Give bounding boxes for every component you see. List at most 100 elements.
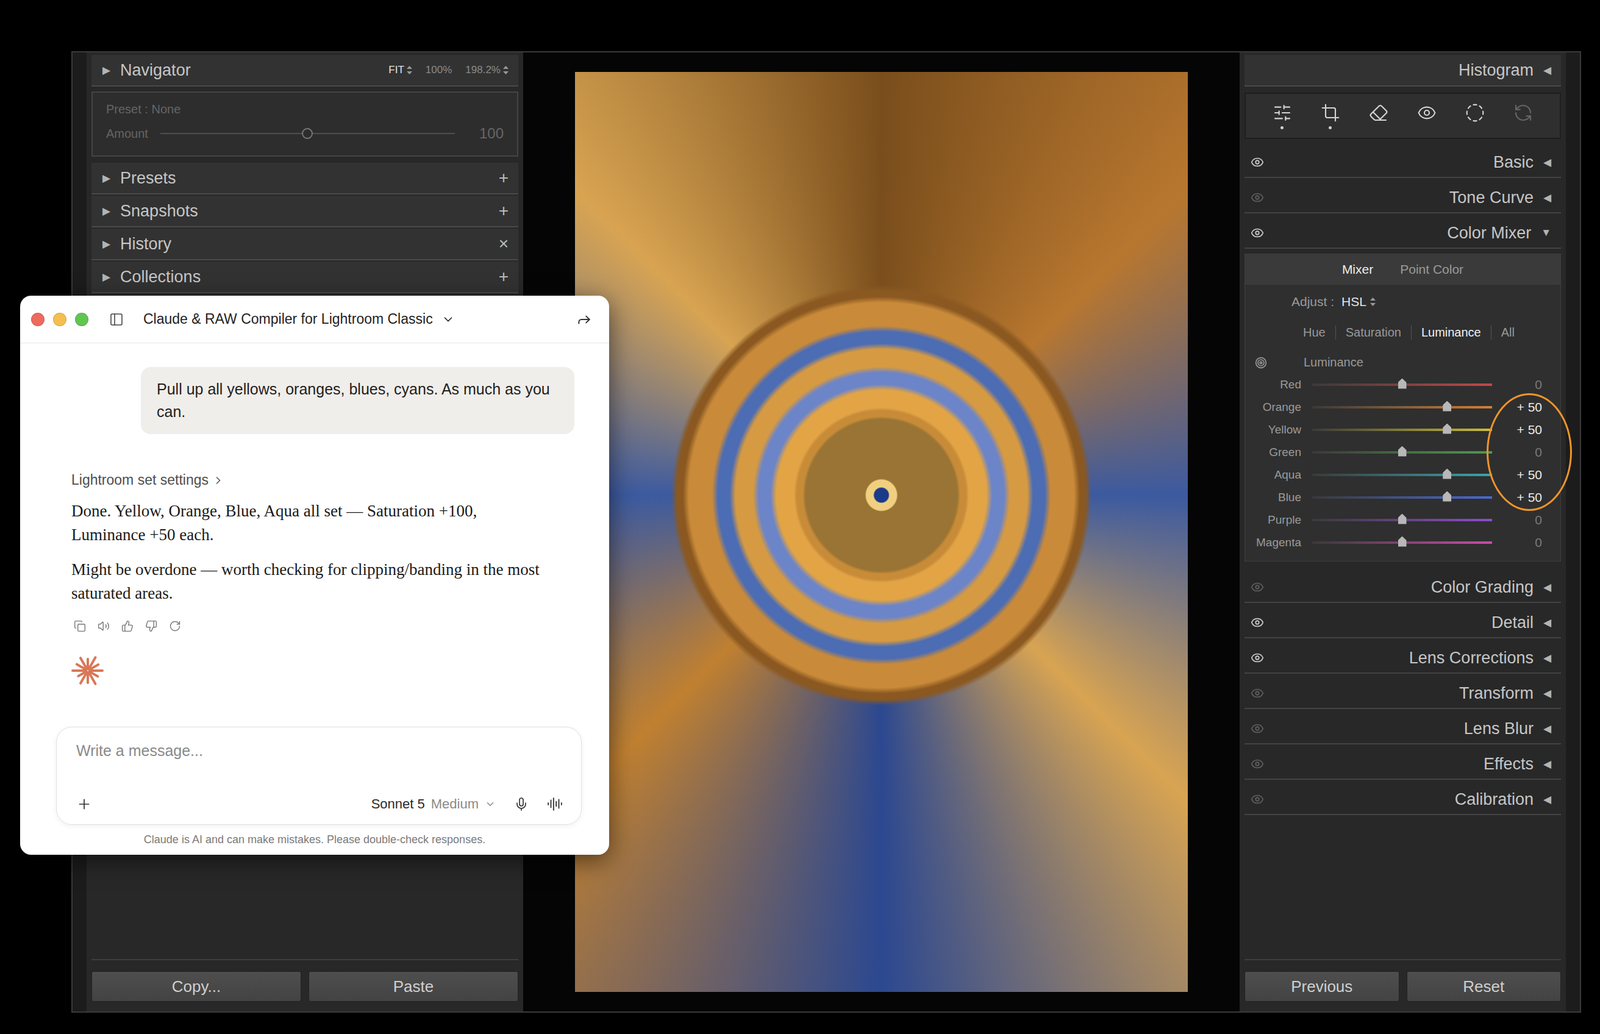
panel-button[interactable]: Previous <box>1244 971 1400 1002</box>
adjust-row: Adjust :HSL <box>1245 284 1561 319</box>
mode-tab[interactable]: Point Color <box>1400 262 1464 277</box>
navigator-header[interactable]: ▶NavigatorFIT100%198.2% <box>91 54 519 87</box>
panel-title: Histogram <box>1255 60 1534 80</box>
visibility-eye-icon[interactable] <box>1250 721 1265 736</box>
zoom-option[interactable]: 198.2% <box>465 64 509 77</box>
channel-tab[interactable]: Luminance <box>1410 325 1491 340</box>
retry-button[interactable] <box>168 620 182 633</box>
tool-button[interactable] <box>1368 103 1389 130</box>
panel-action-button[interactable]: + <box>498 267 509 287</box>
mode-tab[interactable]: Mixer <box>1342 262 1374 277</box>
panel-section-header[interactable]: Color Grading◀ <box>1244 572 1561 604</box>
visibility-eye-icon[interactable] <box>1250 686 1265 700</box>
panel-section-header[interactable]: Tone Curve◀ <box>1244 182 1561 214</box>
sidebar-toggle[interactable] <box>109 312 124 327</box>
zoom-button[interactable] <box>75 312 89 327</box>
slider-knob[interactable] <box>1398 446 1407 457</box>
channel-tab[interactable]: Hue <box>1293 325 1336 340</box>
slider-track[interactable] <box>1312 406 1493 409</box>
voice-mode-button[interactable] <box>546 796 563 813</box>
tool-button[interactable] <box>1417 103 1437 130</box>
panel-section-header[interactable]: Lens Blur◀ <box>1244 714 1561 745</box>
slider-knob[interactable] <box>1442 491 1452 502</box>
panel-section-header[interactable]: Calibration◀ <box>1244 784 1561 816</box>
panel-button[interactable]: Copy... <box>91 971 302 1002</box>
visibility-eye-icon[interactable] <box>1250 190 1265 205</box>
panel-header[interactable]: ▶Collections+ <box>91 261 519 294</box>
visibility-eye-icon[interactable] <box>1250 757 1265 771</box>
visibility-eye-icon[interactable] <box>1250 792 1265 807</box>
message-input[interactable]: Write a message... <box>76 742 563 760</box>
panel-button[interactable]: Paste <box>308 971 519 1002</box>
channel-tab[interactable]: All <box>1490 325 1525 340</box>
slider-track[interactable] <box>1312 518 1493 522</box>
tool-button[interactable] <box>1513 103 1533 130</box>
slider-value[interactable]: + 50 <box>1503 422 1543 438</box>
slider-track[interactable] <box>1312 496 1493 499</box>
collapsed-arrow: ▶ <box>102 270 111 284</box>
thumbs-up-button[interactable] <box>121 620 134 633</box>
slider-track[interactable] <box>1312 451 1493 454</box>
panel-section-header[interactable]: Effects◀ <box>1244 749 1561 780</box>
slider-value[interactable]: 0 <box>1503 535 1543 550</box>
visibility-eye-icon[interactable] <box>1250 155 1265 169</box>
visibility-eye-icon[interactable] <box>1250 615 1265 630</box>
user-message: Pull up all yellows, oranges, blues, cya… <box>140 367 575 435</box>
chat-title[interactable]: Claude & RAW Compiler for Lightroom Clas… <box>143 310 455 328</box>
slider-value[interactable]: + 50 <box>1503 467 1543 483</box>
slider-knob[interactable] <box>1442 423 1452 435</box>
channel-tab[interactable]: Saturation <box>1335 325 1411 340</box>
panel-header[interactable]: ▶History× <box>91 228 519 261</box>
read-aloud-button[interactable] <box>97 620 110 633</box>
slider-label: Magenta <box>1252 535 1302 550</box>
visibility-eye-icon[interactable] <box>1250 580 1265 594</box>
panel-header[interactable]: ▶Snapshots+ <box>91 195 519 228</box>
panel-section-header[interactable]: Detail◀ <box>1244 607 1561 639</box>
slider-knob[interactable] <box>1398 514 1407 525</box>
tool-button[interactable] <box>1272 103 1293 130</box>
target-adjust-icon[interactable] <box>1254 356 1268 369</box>
tool-call-label[interactable]: Lightroom set settings <box>71 471 575 489</box>
slider-value[interactable]: + 50 <box>1503 490 1543 505</box>
adjust-dropdown[interactable]: HSL <box>1341 294 1376 310</box>
panel-action-button[interactable]: × <box>498 234 509 254</box>
close-button[interactable] <box>31 312 45 327</box>
zoom-option[interactable]: 100% <box>425 64 452 77</box>
slider-value[interactable]: + 50 <box>1503 400 1543 415</box>
panel-button[interactable]: Reset <box>1406 971 1562 1002</box>
histogram-header[interactable]: Histogram◀ <box>1244 54 1561 87</box>
slider-value[interactable]: 0 <box>1503 445 1543 460</box>
panel-header[interactable]: ▶Presets+ <box>91 162 519 195</box>
slider-track[interactable] <box>1312 383 1493 386</box>
slider-knob[interactable] <box>1442 468 1452 480</box>
copy-button[interactable] <box>73 620 86 633</box>
slider-knob[interactable] <box>1398 536 1407 547</box>
slider-value[interactable]: 0 <box>1503 512 1543 528</box>
conversation: Pull up all yellows, oranges, blues, cya… <box>20 343 610 727</box>
share-button[interactable] <box>576 311 593 328</box>
tool-button[interactable] <box>1320 103 1341 130</box>
dictation-button[interactable] <box>514 796 529 812</box>
slider-track[interactable] <box>1312 428 1493 432</box>
slider-track[interactable] <box>1312 541 1493 544</box>
slider-knob[interactable] <box>1398 378 1407 390</box>
right-edge-strip[interactable] <box>1565 52 1580 1012</box>
panel-action-button[interactable]: + <box>498 201 509 221</box>
panel-section-header[interactable]: Lens Corrections◀ <box>1244 643 1561 674</box>
tool-button[interactable] <box>1465 103 1485 130</box>
model-picker[interactable]: Sonnet 5Medium <box>371 796 496 813</box>
thumbs-down-button[interactable] <box>145 620 158 633</box>
zoom-option[interactable]: FIT <box>388 64 413 77</box>
slider-knob[interactable] <box>1442 401 1452 412</box>
panel-action-button[interactable]: + <box>498 168 509 188</box>
panel-section-header[interactable]: Transform◀ <box>1244 678 1561 710</box>
visibility-eye-icon[interactable] <box>1250 226 1265 240</box>
panel-section-header[interactable]: Basic◀ <box>1244 147 1561 179</box>
slider-value[interactable]: 0 <box>1503 377 1543 393</box>
panel-section-header[interactable]: Color Mixer▼ <box>1244 218 1561 249</box>
slider-label: Aqua <box>1252 468 1302 482</box>
visibility-eye-icon[interactable] <box>1250 651 1265 665</box>
slider-track[interactable] <box>1312 473 1493 477</box>
attach-button[interactable] <box>76 796 93 813</box>
minimize-button[interactable] <box>53 312 67 327</box>
